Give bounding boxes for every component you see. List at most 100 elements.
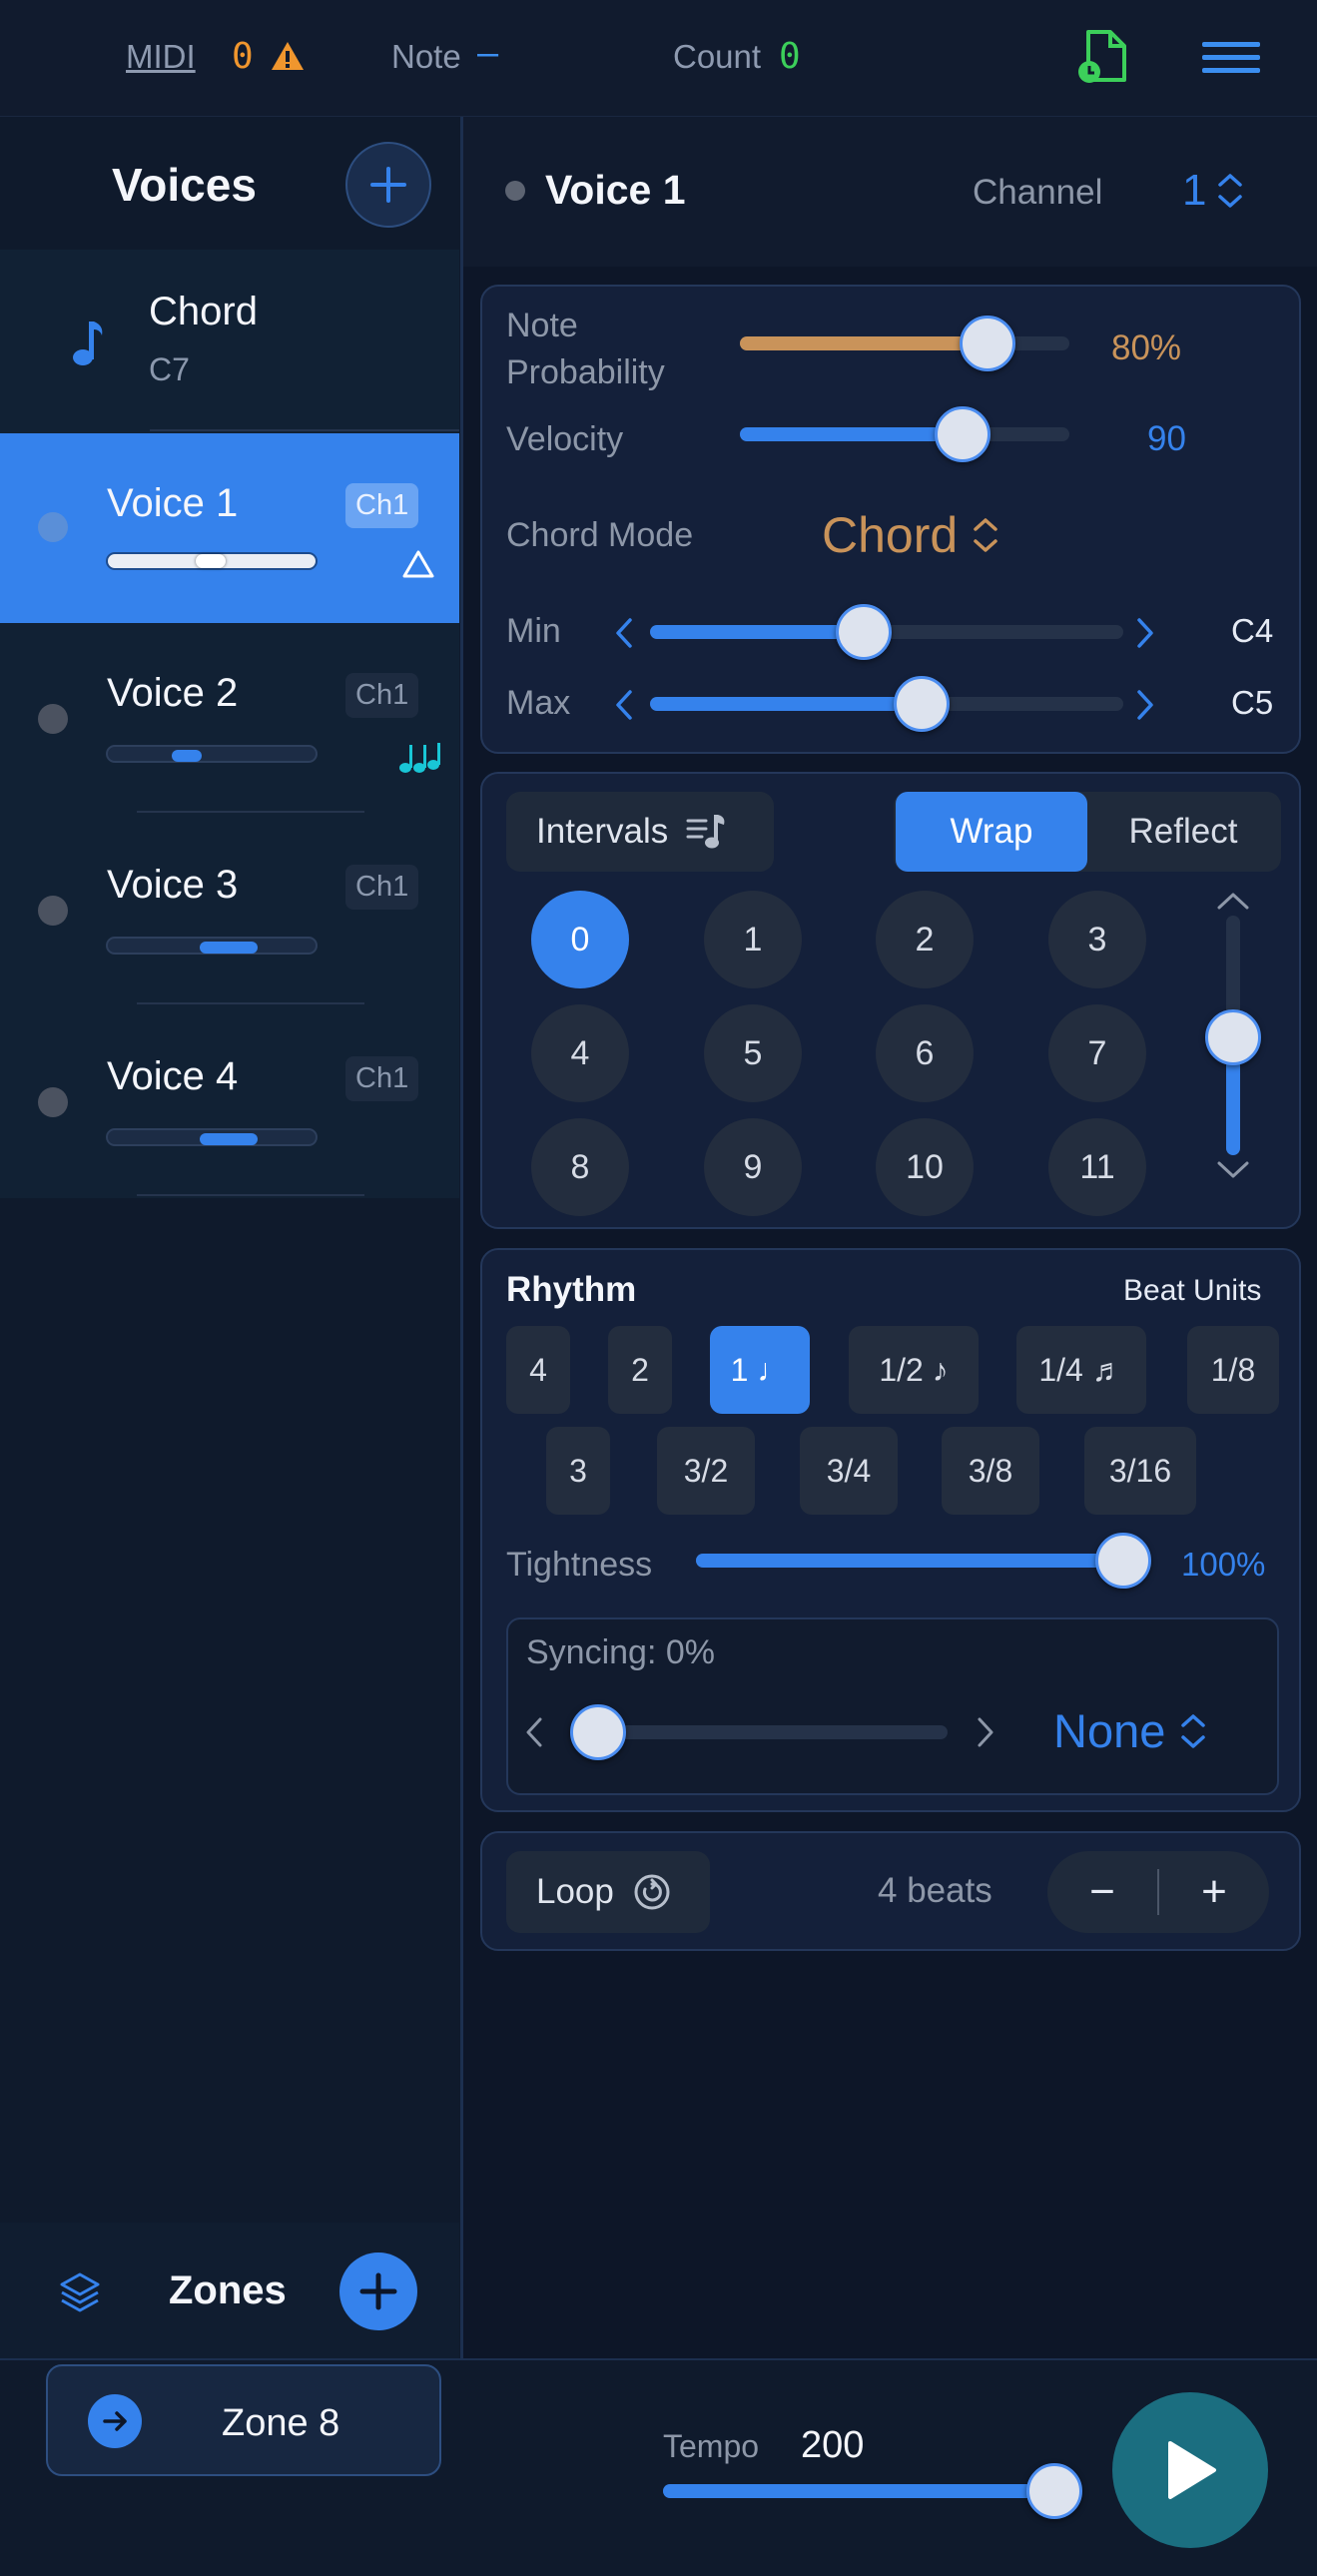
tempo-value: 200 [801,2424,865,2466]
beat-3-button[interactable]: 3 [546,1427,610,1515]
warning-icon[interactable] [270,40,306,72]
voice-level-slider[interactable] [106,552,318,570]
interval-range-thumb[interactable] [1205,1009,1261,1065]
divider [137,811,364,813]
sidebar-voice-2[interactable]: Voice 2 Ch1 [0,623,459,815]
min-note-value: C4 [1231,612,1274,649]
reflect-button[interactable]: Reflect [1087,792,1279,872]
max-note-value: C5 [1231,684,1274,721]
tightness-thumb[interactable] [1095,1533,1151,1589]
beat-4-button[interactable]: 4 [506,1326,570,1414]
chevron-right-icon[interactable] [974,1715,997,1749]
menu-icon[interactable] [1200,38,1262,78]
interval-7-button[interactable]: 7 [1048,1004,1146,1102]
intervals-button[interactable]: Intervals [506,792,774,872]
beat-1-button[interactable]: 1 ♩ [710,1326,810,1414]
interval-8-button[interactable]: 8 [531,1118,629,1216]
channel-selector[interactable]: 1 [1182,161,1262,221]
syncing-label: Syncing: 0% [526,1633,715,1671]
zones-bar: Zones [0,2223,459,2358]
sidebar-voice-4[interactable]: Voice 4 Ch1 [0,1006,459,1198]
interval-1-button[interactable]: 1 [704,891,802,988]
add-voice-button[interactable] [345,142,431,228]
tempo-slider[interactable] [663,2463,1082,2519]
max-note-slider[interactable] [650,676,1123,732]
chevron-up-icon[interactable] [1215,890,1251,912]
voice-level-slider[interactable] [106,937,318,955]
beat-3-16-button[interactable]: 3/16 [1084,1427,1196,1515]
syncing-thumb[interactable] [570,1704,626,1760]
tempo-fill [663,2484,1056,2498]
wrap-button[interactable]: Wrap [896,792,1087,872]
interval-2-button[interactable]: 2 [876,891,974,988]
plus-icon [359,2272,397,2310]
play-button[interactable] [1112,2392,1268,2548]
beat-half-button[interactable]: 1/2 ♪ [849,1326,979,1414]
beat-3-2-button[interactable]: 3/2 [657,1427,755,1515]
interval-5-button[interactable]: 5 [704,1004,802,1102]
voice-status-dot [38,1087,68,1117]
midi-file-icon[interactable] [1074,28,1130,86]
interval-4-button[interactable]: 4 [531,1004,629,1102]
chevron-down-icon[interactable] [1215,1159,1251,1181]
layers-icon[interactable] [56,2268,104,2316]
zone-selector-button[interactable]: Zone 8 [46,2364,441,2476]
loop-increment-button[interactable]: + [1159,1851,1269,1933]
tightness-fill [696,1554,1113,1568]
voice-level-handle[interactable] [196,554,226,568]
min-note-slider[interactable] [650,604,1123,660]
chevron-right-icon[interactable] [1133,688,1157,722]
zones-label: Zones [169,2268,287,2312]
tempo-thumb[interactable] [1026,2463,1082,2519]
loop-button[interactable]: Loop [506,1851,710,1933]
max-note-thumb[interactable] [894,676,950,732]
beat-3-8-button[interactable]: 3/8 [942,1427,1039,1515]
interval-range-slider[interactable] [1205,916,1261,1155]
note-probability-label: Note Probability [506,307,665,391]
note-probability-slider[interactable] [740,316,1069,371]
syncing-slider[interactable] [570,1704,948,1760]
voices-title: Voices [112,159,257,211]
tempo-label: Tempo [663,2428,760,2464]
chord-item[interactable]: Chord C7 [0,250,459,433]
voice-status-dot [505,181,525,201]
velocity-thumb[interactable] [935,406,990,462]
beat-eighth-button[interactable]: 1/8 [1187,1326,1279,1414]
add-zone-button[interactable] [339,2253,417,2330]
voice-title: Voice 1 [545,167,686,213]
velocity-slider[interactable] [740,406,1069,462]
sidebar-voice-3[interactable]: Voice 3 Ch1 [0,815,459,1006]
interval-9-button[interactable]: 9 [704,1118,802,1216]
voice-level-fill [200,942,258,954]
chevron-left-icon[interactable] [522,1715,546,1749]
intervals-label: Intervals [536,812,669,851]
beat-units-label: Beat Units [1123,1274,1262,1307]
max-label: Max [506,684,571,722]
voice-level-slider[interactable] [106,1128,318,1146]
interval-11-button[interactable]: 11 [1048,1118,1146,1216]
tightness-slider[interactable] [696,1533,1151,1589]
interval-10-button[interactable]: 10 [876,1118,974,1216]
beat-2-button[interactable]: 2 [608,1326,672,1414]
interval-0-button[interactable]: 0 [531,891,629,988]
midi-error-count: 0 [232,36,254,77]
min-label: Min [506,612,561,650]
rhythm-title: Rhythm [506,1270,637,1309]
beat-3-4-button[interactable]: 3/4 [800,1427,898,1515]
chevron-right-icon[interactable] [1133,616,1157,650]
midi-link[interactable]: MIDI [126,38,196,76]
loop-decrement-button[interactable]: − [1047,1851,1157,1933]
min-note-thumb[interactable] [836,604,892,660]
syncing-mode-selector[interactable]: None [1053,1703,1207,1758]
sidebar-voice-1[interactable]: Voice 1 Ch1 [0,433,459,623]
interval-6-button[interactable]: 6 [876,1004,974,1102]
note-probability-thumb[interactable] [960,316,1015,371]
chevron-left-icon[interactable] [612,688,636,722]
chord-mode-selector[interactable]: Chord [822,506,999,564]
interval-3-button[interactable]: 3 [1048,891,1146,988]
chord-mode-label: Chord Mode [506,516,694,554]
voice-level-slider[interactable] [106,745,318,763]
chevron-left-icon[interactable] [612,616,636,650]
zone-label: Zone 8 [222,2402,340,2444]
beat-quarter-button[interactable]: 1/4 ♬ [1016,1326,1146,1414]
